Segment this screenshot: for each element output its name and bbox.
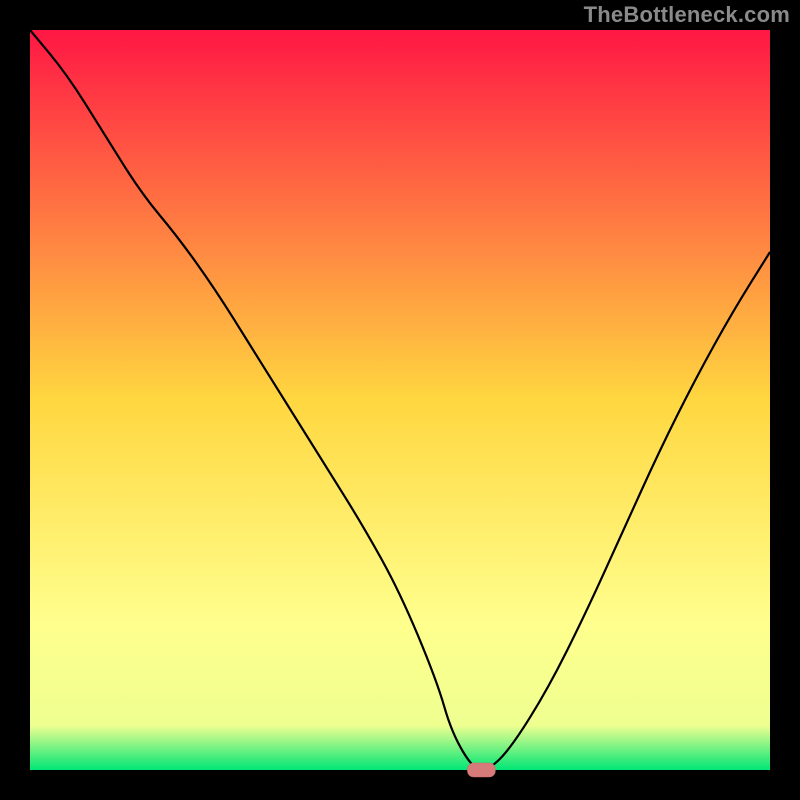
watermark-text: TheBottleneck.com bbox=[584, 2, 790, 28]
optimal-marker bbox=[467, 763, 495, 777]
chart-container: TheBottleneck.com bbox=[0, 0, 800, 800]
chart-svg bbox=[0, 0, 800, 800]
plot-background bbox=[30, 30, 770, 770]
